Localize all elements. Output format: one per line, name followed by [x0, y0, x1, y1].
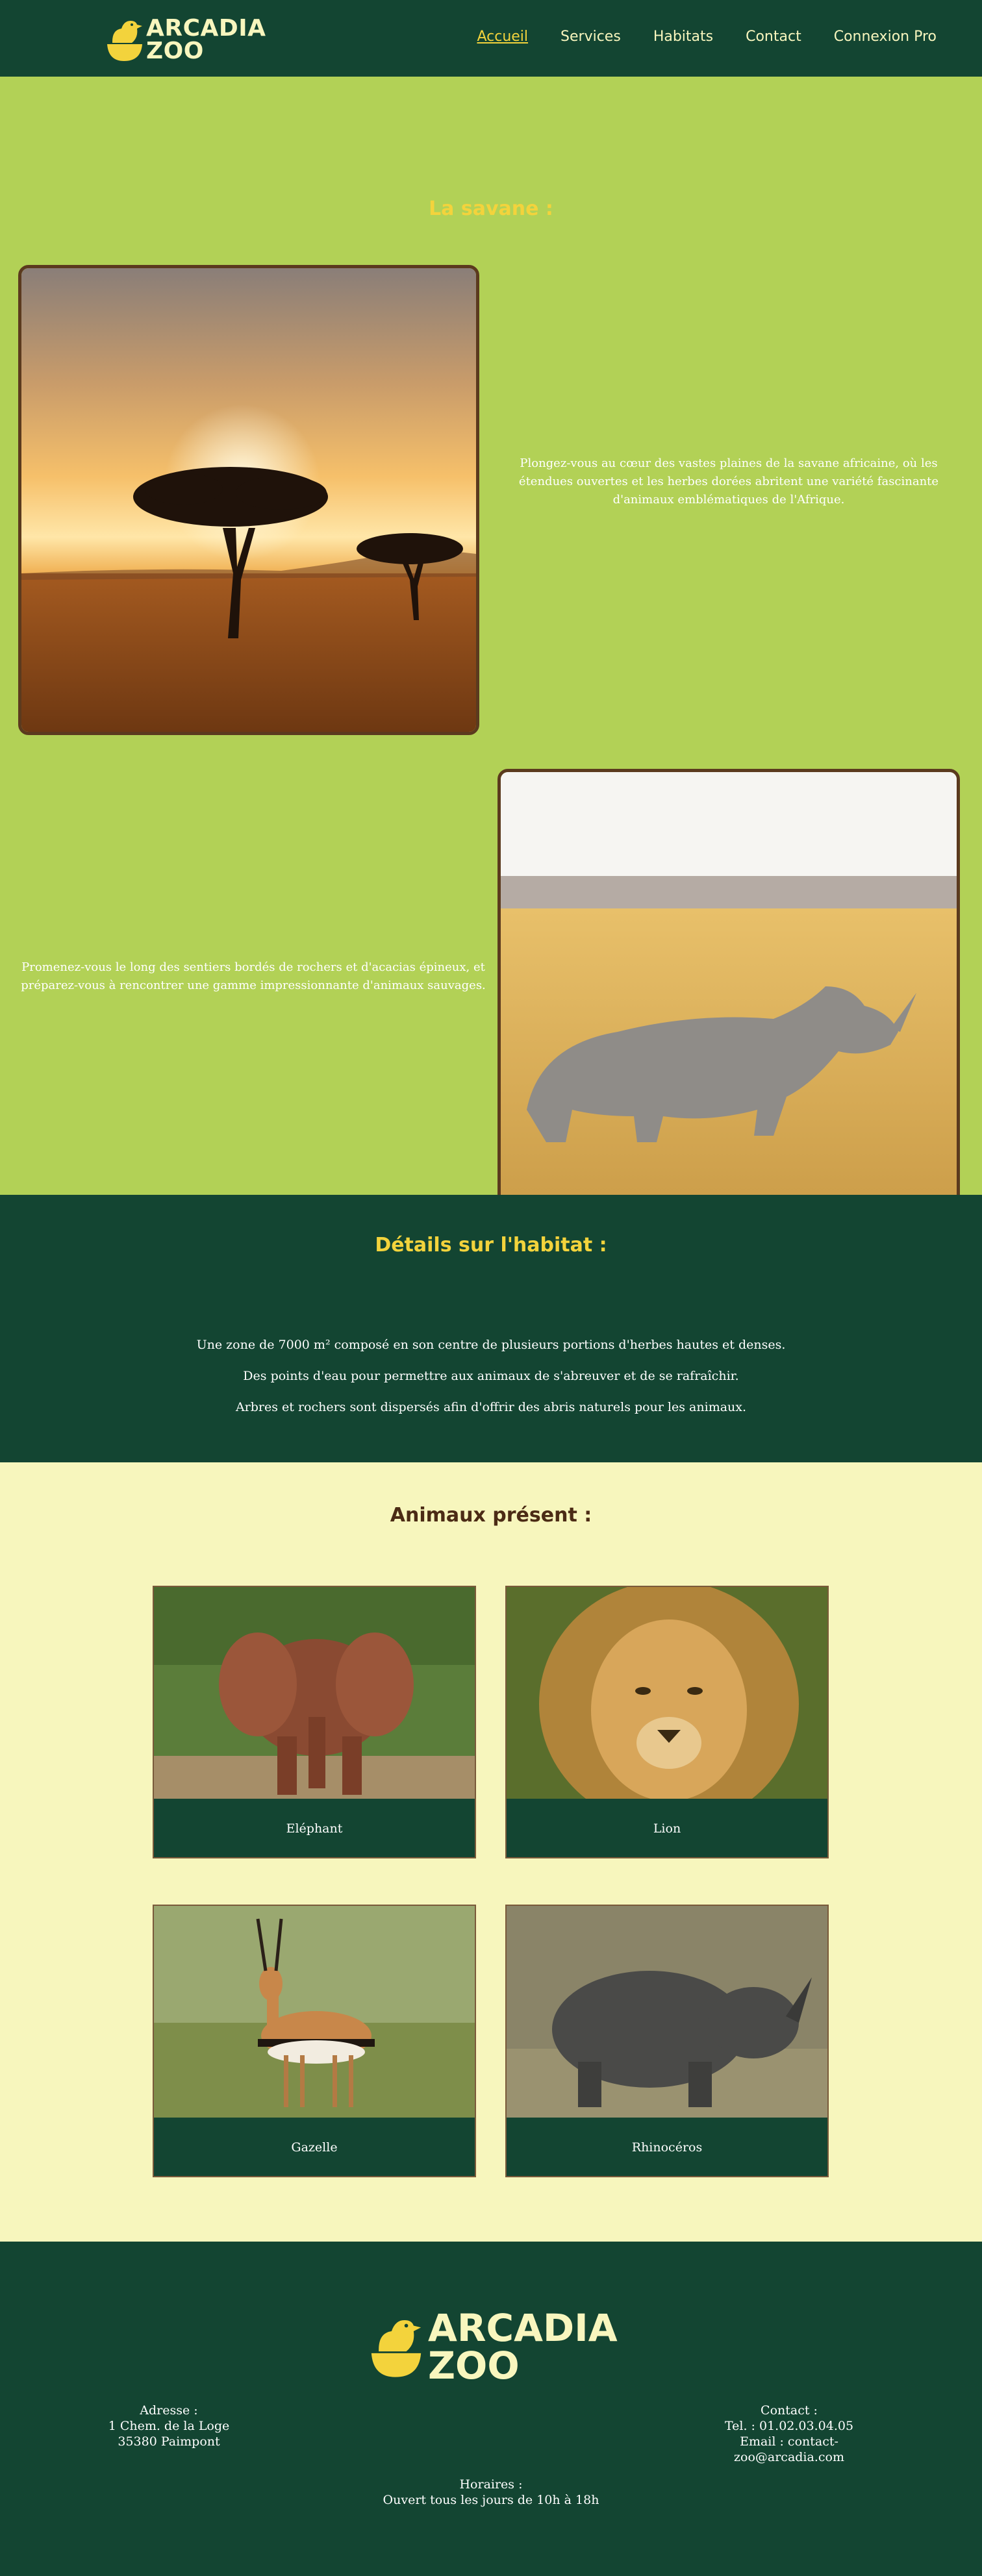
footer-logo[interactable]: ARCADIA ZOO: [370, 2307, 618, 2387]
site-header: ARCADIA ZOO Accueil Services Habitats Co…: [0, 0, 982, 77]
footer-hours: Horaires : Ouvert tous les jours de 10h …: [329, 2477, 653, 2508]
footer-contact: Contact : Tel. : 01.02.03.04.05 Email : …: [714, 2403, 864, 2465]
site-footer: ARCADIA ZOO Adresse : 1 Chem. de la Loge…: [0, 2242, 982, 2576]
rhinoceros-photo: [507, 1906, 827, 2118]
animal-card-rhinoceros[interactable]: Rhinocéros: [505, 1905, 829, 2177]
footer-logo-line1: ARCADIA: [428, 2306, 618, 2350]
animals-section: Animaux présent : Eléphant Lion Gazelle …: [0, 1462, 982, 2242]
footer-logo-text: ARCADIA ZOO: [428, 2309, 618, 2384]
address-heading: Adresse :: [140, 2403, 198, 2418]
footer-address: Adresse : 1 Chem. de la Loge 35380 Paimp…: [91, 2403, 247, 2449]
logo-line1: ARCADIA: [146, 15, 266, 42]
habitat-details-section: Détails sur l'habitat : Une zone de 7000…: [0, 1195, 982, 1462]
animal-card-elephant[interactable]: Eléphant: [153, 1586, 476, 1858]
animal-name: Lion: [653, 1821, 681, 1836]
gazelle-photo: [154, 1906, 475, 2118]
nav-contact[interactable]: Contact: [746, 29, 801, 45]
bird-icon: [107, 21, 142, 61]
address-line2: 35380 Paimpont: [118, 2434, 220, 2449]
footer-logo-line2: ZOO: [428, 2344, 520, 2388]
hours-heading: Horaires :: [459, 2477, 523, 2492]
details-line: Des points d'eau pour permettre aux anim…: [243, 1369, 739, 1383]
logo-line2: ZOO: [146, 38, 204, 64]
acacia-sunset-photo: [18, 265, 479, 735]
site-logo[interactable]: ARCADIA ZOO: [106, 16, 266, 64]
animal-card-gazelle[interactable]: Gazelle: [153, 1905, 476, 2177]
savane-title: La savane :: [429, 197, 553, 220]
savane-section: La savane : Plongez-vous au cœur des vas…: [0, 77, 982, 1239]
savane-paths-text: Promenez-vous le long des sentiers bordé…: [21, 960, 486, 992]
animal-name: Rhinocéros: [631, 2140, 703, 2155]
main-nav: Accueil Services Habitats Contact Connex…: [444, 29, 937, 45]
savane-intro-text: Plongez-vous au cœur des vastes plaines …: [518, 456, 939, 506]
elephant-photo: [154, 1587, 475, 1799]
contact-email-line1[interactable]: Email : contact-: [714, 2434, 864, 2449]
details-title: Détails sur l'habitat :: [375, 1234, 607, 1257]
hours-line: Ouvert tous les jours de 10h à 18h: [383, 2493, 599, 2507]
details-line: Arbres et rochers sont dispersés afin d'…: [235, 1400, 747, 1414]
contact-tel[interactable]: Tel. : 01.02.03.04.05: [714, 2418, 864, 2434]
logo-text: ARCADIA ZOO: [146, 15, 266, 64]
bird-icon: [371, 2320, 422, 2377]
nav-accueil[interactable]: Accueil: [477, 29, 528, 45]
nav-habitats[interactable]: Habitats: [653, 29, 713, 45]
animals-title: Animaux présent :: [390, 1504, 592, 1527]
contact-heading: Contact :: [761, 2403, 818, 2418]
animal-name: Gazelle: [291, 2140, 338, 2155]
address-line1: 1 Chem. de la Loge: [108, 2419, 230, 2433]
animal-card-lion[interactable]: Lion: [505, 1586, 829, 1858]
nav-connexion-pro[interactable]: Connexion Pro: [834, 29, 937, 45]
lion-photo: [507, 1587, 827, 1799]
details-line: Une zone de 7000 m² composé en son centr…: [196, 1338, 786, 1352]
rhinoceros-photo: [497, 769, 960, 1239]
contact-email-line2[interactable]: zoo@arcadia.com: [714, 2449, 864, 2465]
animal-name: Eléphant: [286, 1821, 343, 1836]
nav-services[interactable]: Services: [560, 29, 621, 45]
